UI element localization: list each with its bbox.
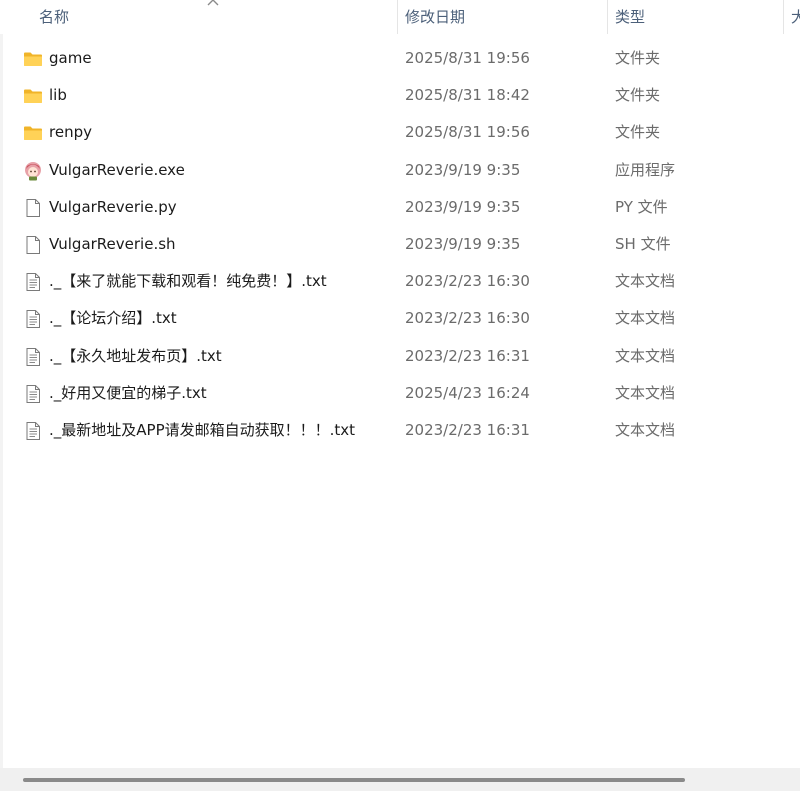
- file-type: 文件夹: [615, 123, 661, 142]
- file-name[interactable]: game: [49, 40, 92, 77]
- text-file-icon: [23, 421, 43, 441]
- column-header-date[interactable]: 修改日期: [405, 0, 465, 34]
- file-name[interactable]: ._最新地址及APP请发邮箱自动获取！！！.txt: [49, 412, 355, 449]
- file-name[interactable]: VulgarReverie.exe: [49, 152, 185, 189]
- file-row[interactable]: game 2025/8/31 19:56 文件夹: [0, 40, 800, 77]
- file-modified-date: 2025/8/31 19:56: [405, 49, 530, 67]
- file-type: 文件夹: [615, 86, 661, 105]
- file-name[interactable]: VulgarReverie.py: [49, 189, 177, 226]
- file-type: 文本文档: [615, 383, 676, 402]
- file-type: 文本文档: [615, 346, 676, 365]
- folder-icon: [23, 49, 43, 69]
- file-type: 应用程序: [615, 160, 676, 179]
- file-name[interactable]: VulgarReverie.sh: [49, 226, 176, 263]
- file-type: SH 文件: [615, 235, 671, 253]
- file-type: 文本文档: [615, 421, 676, 439]
- file-row[interactable]: ._【永久地址发布页】.txt 2023/2/23 16:31 文本文档: [0, 338, 800, 375]
- blank-file-icon: [23, 198, 43, 218]
- file-name[interactable]: ._好用又便宜的梯子.txt: [49, 375, 207, 412]
- file-name[interactable]: ._【永久地址发布页】.txt: [49, 338, 222, 375]
- file-type: 文本文档: [615, 309, 676, 328]
- file-modified-date: 2023/2/23 16:30: [405, 272, 530, 291]
- app-avatar-icon: [23, 161, 43, 181]
- file-type: PY 文件: [615, 197, 668, 216]
- text-file-icon: [23, 384, 43, 404]
- file-modified-date: 2023/2/23 16:31: [405, 346, 530, 365]
- column-divider[interactable]: [607, 0, 608, 34]
- column-header-name[interactable]: 名称: [39, 0, 69, 34]
- scrollbar-thumb[interactable]: [23, 778, 685, 782]
- file-row[interactable]: VulgarReverie.py 2023/9/19 9:35 PY 文件: [0, 189, 800, 226]
- file-row[interactable]: VulgarReverie.sh 2023/9/19 9:35 SH 文件: [0, 226, 800, 263]
- file-modified-date: 2023/2/23 16:30: [405, 309, 530, 328]
- file-modified-date: 2023/9/19 9:35: [405, 197, 521, 216]
- column-header-type[interactable]: 类型: [615, 0, 645, 34]
- file-row[interactable]: lib 2025/8/31 18:42 文件夹: [0, 77, 800, 114]
- column-header-size[interactable]: 大: [791, 0, 800, 34]
- column-divider[interactable]: [397, 0, 398, 34]
- file-name[interactable]: lib: [49, 77, 67, 114]
- file-modified-date: 2023/2/23 16:31: [405, 421, 530, 439]
- folder-icon: [23, 86, 43, 106]
- folder-icon: [23, 123, 43, 143]
- file-type: 文本文档: [615, 272, 676, 291]
- file-modified-date: 2025/4/23 16:24: [405, 383, 530, 402]
- text-file-icon: [23, 309, 43, 329]
- file-row[interactable]: ._【来了就能下载和观看！纯免费！】.txt 2023/2/23 16:30 文本文…: [0, 263, 800, 300]
- file-type: 文件夹: [615, 49, 661, 67]
- file-modified-date: 2023/9/19 9:35: [405, 160, 521, 179]
- file-row[interactable]: VulgarReverie.exe 2023/9/19 9:35 应用程序: [0, 152, 800, 189]
- column-divider[interactable]: [783, 0, 784, 34]
- file-row[interactable]: ._最新地址及APP请发邮箱自动获取！！！.txt 2023/2/23 16:31…: [0, 412, 800, 449]
- file-row[interactable]: renpy 2025/8/31 19:56 文件夹: [0, 114, 800, 151]
- file-modified-date: 2023/9/19 9:35: [405, 235, 521, 253]
- file-modified-date: 2025/8/31 18:42: [405, 86, 530, 105]
- file-name[interactable]: ._【论坛介绍】.txt: [49, 300, 177, 337]
- file-row[interactable]: ._好用又便宜的梯子.txt 2025/4/23 16:24 文本文档: [0, 375, 800, 412]
- column-header: 名称 修改日期 类型 大: [0, 0, 800, 34]
- horizontal-scrollbar[interactable]: [0, 768, 800, 791]
- sort-chevron-up-icon: [207, 0, 219, 6]
- blank-file-icon: [23, 235, 43, 255]
- text-file-icon: [23, 272, 43, 292]
- file-row[interactable]: ._【论坛介绍】.txt 2023/2/23 16:30 文本文档: [0, 300, 800, 337]
- file-modified-date: 2025/8/31 19:56: [405, 123, 530, 142]
- text-file-icon: [23, 347, 43, 367]
- file-name[interactable]: renpy: [49, 114, 92, 151]
- file-name[interactable]: ._【来了就能下载和观看！纯免费！】.txt: [49, 263, 327, 300]
